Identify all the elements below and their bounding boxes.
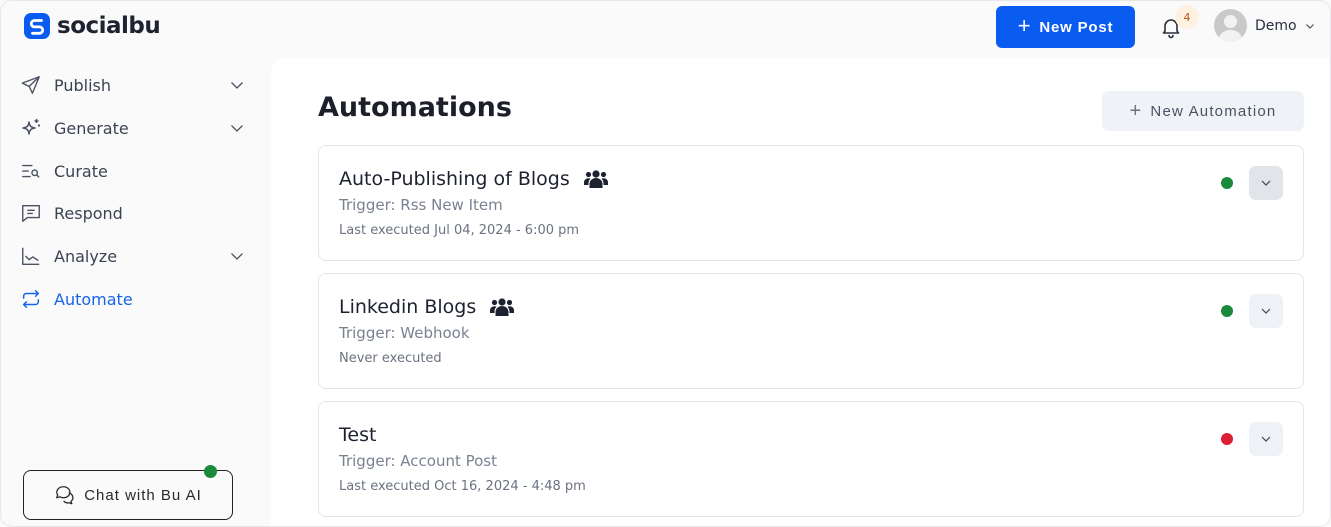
sidebar-item-curate[interactable]: Curate [19,154,249,188]
automation-title[interactable]: Linkedin Blogs [339,296,515,318]
paper-plane-icon [19,73,43,97]
plus-icon: + [1017,13,1032,38]
user-menu[interactable]: Demo [1214,9,1315,42]
chevron-down-icon[interactable] [229,120,245,136]
sidebar-item-label: Automate [54,289,133,309]
sidebar-item-generate[interactable]: Generate [19,111,249,145]
notification-badge: 4 [1175,5,1199,29]
app-frame: socialbu + New Post 4 Demo Publish Gener… [0,0,1331,527]
chat-with-ai-button[interactable]: Chat with Bu AI [23,470,233,520]
expand-button[interactable] [1249,294,1283,328]
automation-trigger: Trigger: Account Post [339,452,498,470]
brand-logo[interactable]: socialbu [23,12,161,40]
automation-title[interactable]: Test [339,424,376,446]
automation-card[interactable]: Auto-Publishing of Blogs Trigger: Rss Ne… [318,145,1304,261]
automation-card[interactable]: Test Trigger: Account Post Last executed… [318,401,1304,517]
avatar [1214,9,1247,42]
automation-last-executed: Last executed Jul 04, 2024 - 6:00 pm [339,223,580,238]
automation-name: Auto-Publishing of Blogs [339,168,570,190]
users-group-icon [583,170,608,188]
status-indicator [1221,177,1233,189]
automation-trigger: Trigger: Webhook [339,324,470,342]
list-search-icon [19,159,43,183]
automation-last-executed: Never executed [339,351,442,366]
new-automation-button[interactable]: + New Automation [1102,91,1304,131]
new-automation-label: New Automation [1150,102,1277,120]
automation-name: Test [339,424,377,446]
chat-bubbles-icon [56,486,74,505]
automation-title[interactable]: Auto-Publishing of Blogs [339,168,608,190]
expand-button[interactable] [1249,422,1283,456]
repeat-icon [19,287,43,311]
automation-name: Linkedin Blogs [339,296,477,318]
sidebar-item-label: Analyze [54,246,118,266]
chat-label: Chat with Bu AI [84,486,202,504]
automation-trigger: Trigger: Rss New Item [339,196,503,214]
chart-line-icon [19,244,43,268]
sidebar-item-publish[interactable]: Publish [19,68,249,102]
status-indicator [1221,433,1233,445]
main-content: Automations + New Automation Auto-Publis… [271,58,1330,526]
chevron-down-icon[interactable] [229,77,245,93]
sidebar: Publish Generate Curate Respond Analyze … [1,61,271,526]
sparkles-icon [19,116,43,140]
online-indicator [204,465,217,478]
sidebar-item-label: Generate [54,118,129,138]
chevron-down-icon[interactable] [229,248,245,264]
status-indicator [1221,305,1233,317]
chevron-down-icon [1261,436,1271,442]
sidebar-item-automate[interactable]: Automate [19,282,249,316]
sidebar-item-respond[interactable]: Respond [19,196,249,230]
sidebar-item-label: Publish [54,75,112,95]
page-title: Automations [318,92,512,123]
brand-name: socialbu [57,13,161,39]
new-post-label: New Post [1039,18,1114,36]
automation-last-executed: Last executed Oct 16, 2024 - 4:48 pm [339,479,586,494]
user-name: Demo [1255,17,1297,34]
new-post-button[interactable]: + New Post [996,6,1135,48]
chevron-down-icon [1261,180,1271,186]
sidebar-item-analyze[interactable]: Analyze [19,239,249,273]
chevron-down-icon [1261,308,1271,314]
sidebar-item-label: Respond [54,203,123,223]
users-group-icon [490,298,515,316]
chevron-down-icon [1305,23,1314,29]
automation-card[interactable]: Linkedin Blogs Trigger: Webhook Never ex… [318,273,1304,389]
expand-button[interactable] [1249,166,1283,200]
plus-icon: + [1129,99,1143,122]
message-icon [19,201,43,225]
sidebar-item-label: Curate [54,161,108,181]
socialbu-logo-icon [24,13,50,39]
